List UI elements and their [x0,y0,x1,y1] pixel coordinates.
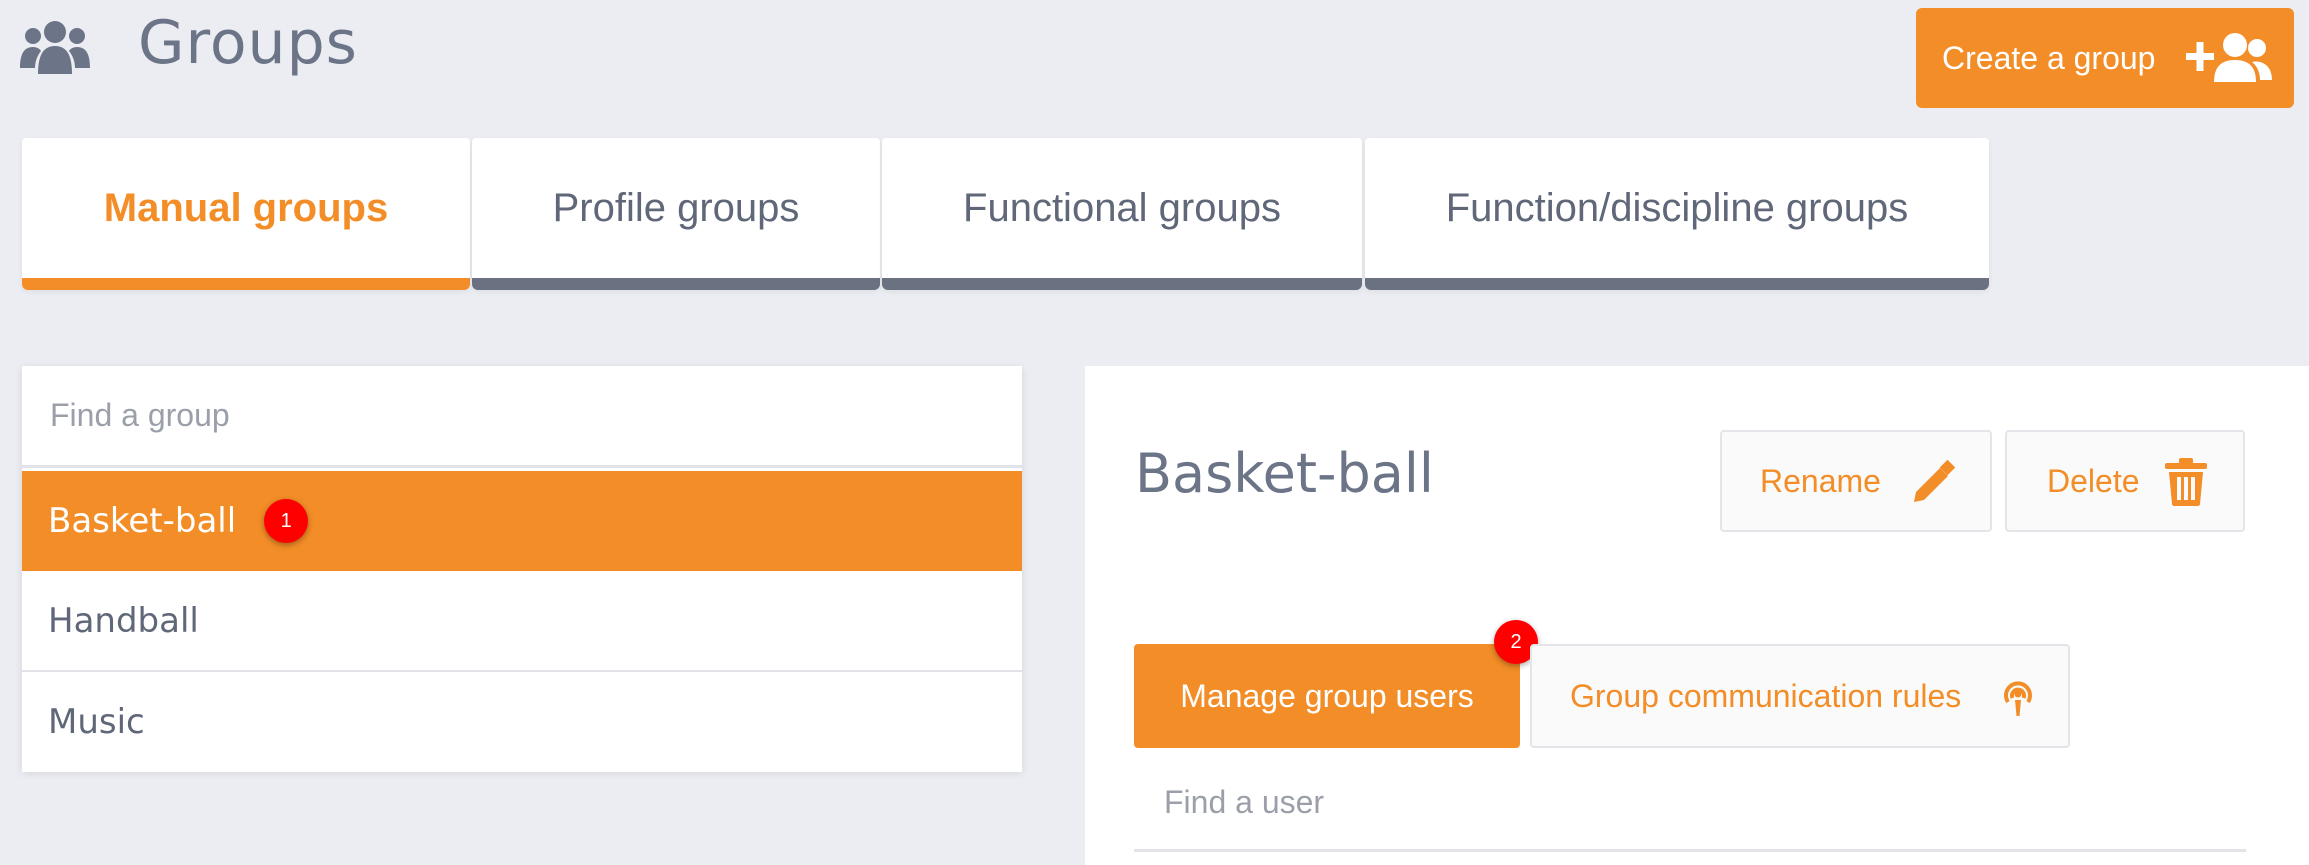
tab-functional-groups[interactable]: Functional groups [882,138,1362,290]
users-icon [20,16,90,80]
annotation-badge: 1 [264,499,309,543]
manage-group-users-tab[interactable]: Manage group users [1134,644,1520,748]
rename-button[interactable]: Rename [1720,430,1992,532]
tab-label: Function/discipline groups [1445,185,1909,230]
group-list-panel: Basket-ball 1 Handball Music [22,366,1022,772]
rename-label: Rename [1760,462,1881,499]
create-group-button[interactable]: Create a group [1916,8,2294,108]
page-title: Groups [138,8,358,78]
pencil-icon [1910,458,1958,514]
group-search-input[interactable] [22,366,1022,468]
create-group-label: Create a group [1942,39,2156,76]
tab-manual-groups[interactable]: Manual groups [22,138,470,290]
list-item-label: Basket-ball [48,501,237,541]
group-communication-rules-tab[interactable]: Group communication rules [1530,644,2070,748]
list-item-basket-ball[interactable]: Basket-ball 1 [22,471,1022,571]
list-item-label: Handball [48,601,199,641]
delete-label: Delete [2047,462,2140,499]
tab-function-discipline-groups[interactable]: Function/discipline groups [1365,138,1989,290]
group-detail-title: Basket-ball [1135,442,1434,505]
trash-icon [2165,458,2207,514]
subtab-label: Group communication rules [1570,677,1962,714]
list-item-music[interactable]: Music [22,672,1022,772]
list-item-label: Music [48,702,145,742]
user-plus-icon [2186,32,2274,84]
list-item-handball[interactable]: Handball [22,572,1022,672]
broadcast-icon [2000,678,2036,726]
subtab-label: Manage group users [1180,677,1474,714]
user-search-input[interactable] [1134,756,2246,852]
tab-label: Profile groups [552,185,800,230]
tab-label: Functional groups [963,185,1281,230]
tab-profile-groups[interactable]: Profile groups [472,138,880,290]
tab-label: Manual groups [103,185,389,230]
delete-button[interactable]: Delete [2005,430,2245,532]
